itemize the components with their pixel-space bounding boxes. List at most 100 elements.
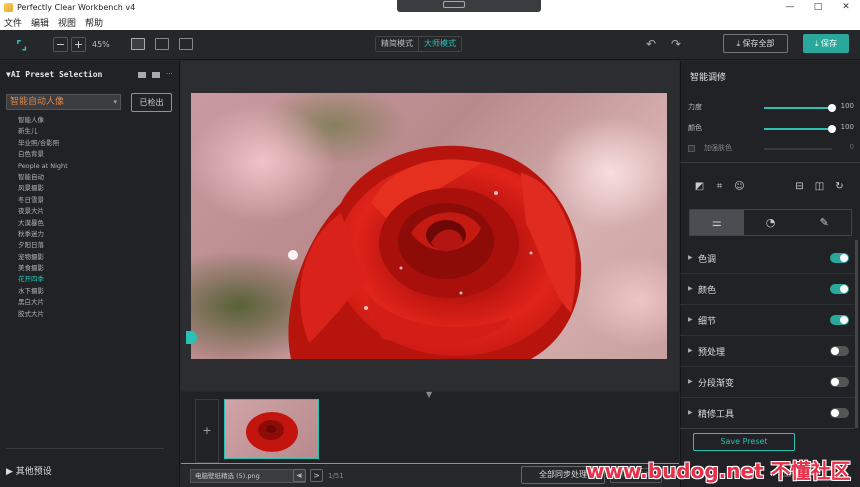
- main-photo[interactable]: [191, 93, 667, 359]
- preset-item[interactable]: 白色背景: [18, 149, 68, 160]
- window-drag-tab[interactable]: [397, 0, 541, 12]
- toggle-knob: [840, 285, 848, 293]
- rose-image: [288, 145, 582, 359]
- crop-icon[interactable]: ⌗: [714, 181, 725, 192]
- section-row[interactable]: ▶ 精修工具: [680, 398, 855, 429]
- levels-icon[interactable]: ◩: [694, 181, 705, 192]
- strength-slider-knob[interactable]: [828, 104, 836, 112]
- minimize-button[interactable]: —: [776, 0, 804, 15]
- menu-view[interactable]: 视图: [58, 16, 76, 29]
- preset-item[interactable]: 黑白大片: [18, 297, 68, 308]
- detect-button[interactable]: 已检出: [131, 93, 172, 112]
- next-image-button[interactable]: >: [310, 469, 323, 482]
- preset-item[interactable]: 美食摄影: [18, 263, 68, 274]
- other-presets-toggle[interactable]: ▶ 其他预设: [6, 464, 52, 477]
- section-row[interactable]: ▶ 颜色: [680, 274, 855, 305]
- redo-icon[interactable]: ↷: [671, 37, 681, 51]
- side-by-side-view-icon[interactable]: [155, 38, 169, 50]
- mode-switch: 精简模式 大师模式: [375, 36, 462, 52]
- list-view-icon[interactable]: [152, 72, 160, 78]
- adjust-icon[interactable]: ⚌: [690, 210, 744, 235]
- section-toggle[interactable]: [830, 377, 849, 387]
- close-button[interactable]: ✕: [832, 0, 860, 15]
- single-view-icon[interactable]: [131, 38, 145, 50]
- section-row[interactable]: ▶ 色调: [680, 243, 855, 274]
- save-button[interactable]: ⤓ 保存: [803, 34, 849, 53]
- section-toggle[interactable]: [830, 253, 849, 263]
- prev-image-button[interactable]: <: [293, 469, 306, 482]
- color-slider-knob[interactable]: [828, 125, 836, 133]
- menu-file[interactable]: 文件: [4, 16, 22, 29]
- mode-precise-button[interactable]: 精简模式: [376, 37, 419, 51]
- preset-item[interactable]: 宠物摄影: [18, 252, 68, 263]
- split-icon[interactable]: ◫: [814, 181, 825, 192]
- preset-item[interactable]: People at Night: [18, 161, 68, 172]
- watermark-text: www.budog.net 不懂社区: [586, 459, 851, 483]
- right-scrollbar[interactable]: [855, 240, 858, 428]
- save-preset-button[interactable]: Save Preset: [693, 433, 795, 451]
- left-divider: [6, 448, 164, 449]
- menu-help[interactable]: 帮助: [85, 16, 103, 29]
- section-toggle[interactable]: [830, 346, 849, 356]
- skin-checkbox[interactable]: [688, 145, 695, 152]
- expand-caret-icon[interactable]: ▶: [688, 254, 693, 261]
- section-label: 颜色: [698, 286, 717, 296]
- section-label: 色调: [698, 255, 717, 265]
- preset-item[interactable]: 风景摄影: [18, 183, 68, 194]
- preset-dropdown[interactable]: 智能自动人像 ▾: [6, 94, 121, 110]
- preset-item[interactable]: 毕业照/合影照: [18, 138, 68, 149]
- folder-dropdown-value: 电脑壁纸精选 (5).png: [195, 472, 260, 480]
- more-icon[interactable]: ···: [166, 71, 174, 78]
- undo-icon[interactable]: ↶: [646, 37, 656, 51]
- section-toggle[interactable]: [830, 284, 849, 294]
- expand-caret-icon[interactable]: ▶: [688, 316, 693, 323]
- collapse-filmstrip-icon[interactable]: ▼: [426, 390, 432, 399]
- thumbnail[interactable]: [224, 399, 319, 459]
- expand-caret-icon[interactable]: ▶: [688, 409, 693, 416]
- preset-item[interactable]: 水下摄影: [18, 286, 68, 297]
- split-view-icon[interactable]: [179, 38, 193, 50]
- section-label: 精修工具: [698, 410, 735, 420]
- menu-bar: 文件 编辑 视图 帮助: [0, 15, 860, 30]
- expand-caret-icon[interactable]: ▶: [688, 378, 693, 385]
- preset-item[interactable]: 胶式大片: [18, 309, 68, 320]
- zoom-in-button[interactable]: +: [71, 37, 86, 52]
- maximize-button[interactable]: □: [804, 0, 832, 15]
- add-image-button[interactable]: +: [195, 399, 219, 463]
- strength-slider[interactable]: [764, 104, 836, 112]
- section-toggle[interactable]: [830, 408, 849, 418]
- palette-icon[interactable]: ◔: [744, 210, 798, 235]
- app-logo-icon: [4, 3, 13, 12]
- preset-item[interactable]: 智能自动: [18, 172, 68, 183]
- section-toggle[interactable]: [830, 315, 849, 325]
- mode-master-button[interactable]: 大师模式: [419, 37, 461, 51]
- expand-caret-icon[interactable]: ▶: [688, 285, 693, 292]
- folder-dropdown[interactable]: 电脑壁纸精选 (5).png ▾: [190, 469, 306, 483]
- zoom-out-button[interactable]: −: [53, 37, 68, 52]
- preset-panel-title[interactable]: ▼AI Preset Selection: [6, 70, 102, 79]
- preset-item[interactable]: 秋季迷力: [18, 229, 68, 240]
- preset-item[interactable]: 花开四季: [18, 274, 68, 285]
- section-row[interactable]: ▶ 细节: [680, 305, 855, 336]
- expand-caret-icon[interactable]: ▶: [688, 347, 693, 354]
- rotate-icon[interactable]: ↻: [834, 181, 845, 192]
- menu-edit[interactable]: 编辑: [31, 16, 49, 29]
- color-slider[interactable]: [764, 125, 836, 133]
- preset-item[interactable]: 冬日雪景: [18, 195, 68, 206]
- compare-icon[interactable]: ⊟: [794, 181, 805, 192]
- preset-item[interactable]: 大漠暴色: [18, 218, 68, 229]
- color-value: 100: [840, 123, 854, 131]
- save-label: 保存: [821, 39, 838, 48]
- preset-item[interactable]: 智能人像: [18, 115, 68, 126]
- preset-panel-title-text: AI Preset Selection: [10, 70, 103, 79]
- preset-item[interactable]: 夕阳日落: [18, 240, 68, 251]
- grid-view-icon[interactable]: [138, 72, 146, 78]
- preset-item[interactable]: 新生儿: [18, 126, 68, 137]
- section-row[interactable]: ▶ 预处理: [680, 336, 855, 367]
- other-presets-label: 其他预设: [15, 467, 52, 477]
- preset-item[interactable]: 夜景大片: [18, 206, 68, 217]
- face-icon[interactable]: ☺: [734, 181, 745, 192]
- retouch-icon[interactable]: ✎: [797, 210, 851, 235]
- save-all-button[interactable]: ⤓ 保存全部: [723, 34, 788, 53]
- section-row[interactable]: ▶ 分段渐变: [680, 367, 855, 398]
